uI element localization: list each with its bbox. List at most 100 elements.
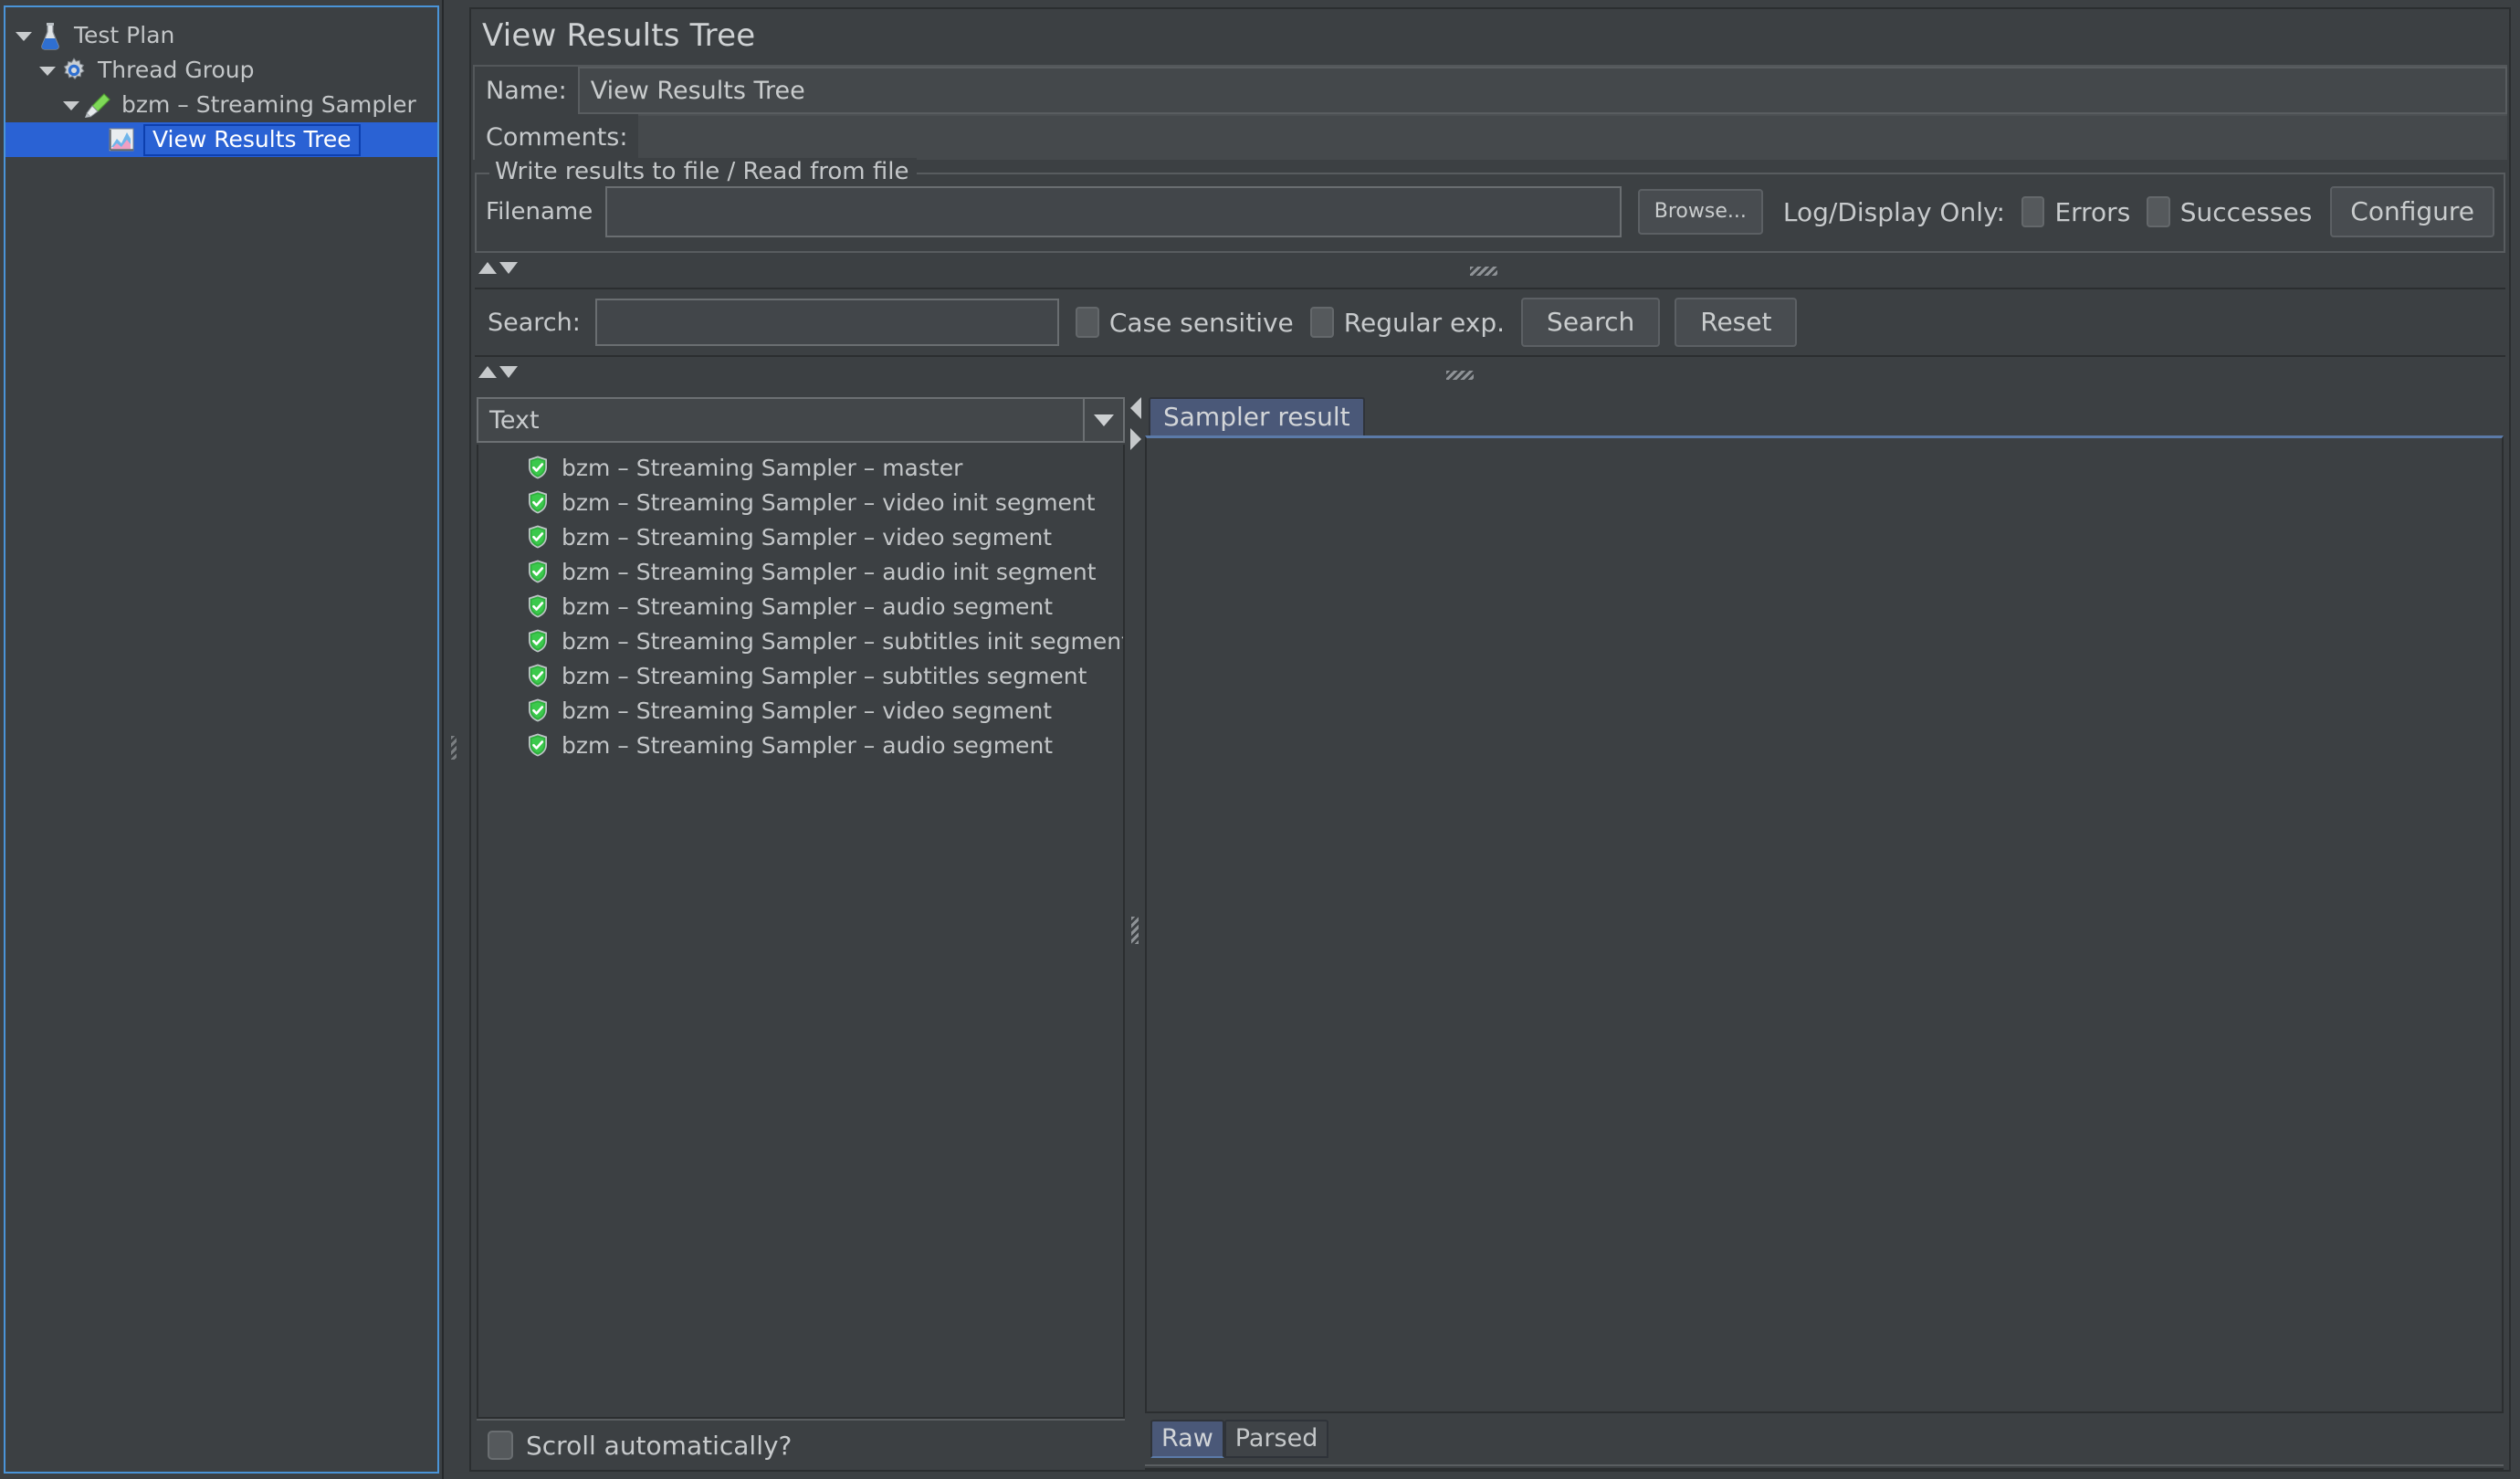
test-plan-tree-pane: Test Plan Thread Group bzm – Streaming Sam… bbox=[0, 0, 442, 1479]
success-shield-icon bbox=[526, 663, 550, 688]
result-row[interactable]: bzm – Streaming Sampler – audio segment bbox=[478, 589, 1123, 624]
splitter-grip[interactable] bbox=[1470, 267, 1497, 276]
results-vertical-splitter[interactable] bbox=[1127, 390, 1143, 1470]
result-row-label: bzm – Streaming Sampler – video segment bbox=[562, 698, 1052, 724]
success-shield-icon bbox=[526, 593, 550, 619]
splitter-arrows[interactable] bbox=[478, 262, 518, 274]
search-label: Search: bbox=[488, 309, 581, 337]
result-row-label: bzm – Streaming Sampler – video init seg… bbox=[562, 489, 1096, 516]
case-sensitive-checkbox[interactable] bbox=[1076, 307, 1099, 338]
result-row-label: bzm – Streaming Sampler – subtitles init… bbox=[562, 628, 1125, 655]
main-panel: View Results Tree Name: View Results Tre… bbox=[462, 0, 2520, 1479]
collapse-left-icon[interactable] bbox=[1130, 397, 1141, 419]
view-results-tree-panel: View Results Tree Name: View Results Tre… bbox=[469, 7, 2511, 1472]
result-row-label: bzm – Streaming Sampler – subtitles segm… bbox=[562, 663, 1087, 689]
element-meta-box: Name: View Results Tree Comments: bbox=[473, 65, 2507, 160]
reset-button[interactable]: Reset bbox=[1675, 298, 1797, 347]
top-horizontal-splitter[interactable] bbox=[475, 257, 2505, 286]
collapse-right-icon[interactable] bbox=[1130, 428, 1141, 450]
success-shield-icon bbox=[526, 489, 550, 515]
test-plan-tree[interactable]: Test Plan Thread Group bzm – Streaming Sam… bbox=[4, 5, 439, 1474]
search-splitter-grip[interactable] bbox=[1446, 371, 1474, 380]
renderer-select-value: Text bbox=[478, 406, 540, 435]
results-left-column: Text bzm – Streaming Sampler – masterbzm… bbox=[475, 390, 1127, 1470]
jmeter-window: Test Plan Thread Group bzm – Streaming Sam… bbox=[0, 0, 2520, 1479]
search-splitter-arrows[interactable] bbox=[478, 366, 518, 378]
scroll-automatically-label: Scroll automatically? bbox=[526, 1431, 792, 1461]
result-row[interactable]: bzm – Streaming Sampler – video segment bbox=[478, 693, 1123, 728]
result-row[interactable]: bzm – Streaming Sampler – video segment bbox=[478, 519, 1123, 554]
errors-checkbox[interactable] bbox=[2021, 196, 2044, 227]
case-sensitive-label: Case sensitive bbox=[1109, 308, 1294, 338]
tree-item-label: Thread Group bbox=[98, 57, 254, 85]
detail-tab-panel[interactable] bbox=[1145, 435, 2504, 1413]
page-title: View Results Tree bbox=[471, 9, 2509, 65]
tree-item-view-results-tree[interactable]: View Results Tree bbox=[5, 122, 437, 157]
pipette-icon bbox=[82, 90, 113, 120]
collapse-up-icon[interactable] bbox=[478, 262, 497, 274]
write-results-group: Write results to file / Read from file F… bbox=[475, 173, 2505, 253]
tree-item-label: Test Plan bbox=[74, 22, 174, 50]
results-right-column: Sampler result RawParsed bbox=[1143, 390, 2505, 1470]
result-row[interactable]: bzm – Streaming Sampler – audio segment bbox=[478, 728, 1123, 762]
collapse-up-icon[interactable] bbox=[478, 366, 497, 378]
main-vertical-splitter[interactable] bbox=[442, 0, 462, 1479]
twisty-expanded-icon[interactable] bbox=[13, 26, 33, 46]
twisty-expanded-icon[interactable] bbox=[60, 95, 80, 115]
browse-button[interactable]: Browse... bbox=[1638, 189, 1763, 235]
name-input[interactable]: View Results Tree bbox=[578, 67, 2507, 114]
success-shield-icon bbox=[526, 524, 550, 550]
tree-item-thread-group[interactable]: Thread Group bbox=[5, 53, 437, 88]
result-row[interactable]: bzm – Streaming Sampler – master bbox=[478, 450, 1123, 485]
result-row[interactable]: bzm – Streaming Sampler – subtitles init… bbox=[478, 624, 1123, 658]
success-shield-icon bbox=[526, 732, 550, 758]
collapse-down-icon[interactable] bbox=[499, 366, 518, 378]
renderer-select[interactable]: Text bbox=[477, 397, 1125, 443]
chevron-down-icon[interactable] bbox=[1083, 399, 1123, 441]
results-splitter-grip[interactable] bbox=[1131, 917, 1139, 944]
comments-input[interactable] bbox=[638, 114, 2507, 160]
comments-label: Comments: bbox=[475, 114, 638, 160]
result-row-label: bzm – Streaming Sampler – video segment bbox=[562, 524, 1052, 551]
success-shield-icon bbox=[526, 559, 550, 584]
errors-label: Errors bbox=[2054, 197, 2130, 227]
configure-button[interactable]: Configure bbox=[2330, 186, 2494, 237]
search-button[interactable]: Search bbox=[1521, 298, 1660, 347]
tree-item-bzm-streaming-sampler[interactable]: bzm – Streaming Sampler bbox=[5, 88, 437, 122]
filename-input[interactable] bbox=[605, 186, 1622, 237]
name-label: Name: bbox=[475, 67, 578, 114]
regular-exp-checkbox[interactable] bbox=[1310, 307, 1334, 338]
result-row[interactable]: bzm – Streaming Sampler – subtitles segm… bbox=[478, 658, 1123, 693]
detail-tabstrip: Sampler result bbox=[1143, 393, 2505, 435]
results-content: Text bzm – Streaming Sampler – masterbzm… bbox=[475, 390, 2505, 1470]
tree-item-label: bzm – Streaming Sampler bbox=[121, 91, 416, 120]
search-horizontal-splitter[interactable] bbox=[475, 361, 2505, 390]
results-chart-icon bbox=[106, 125, 137, 154]
filename-label: Filename bbox=[486, 198, 605, 226]
regular-exp-label: Regular exp. bbox=[1344, 308, 1505, 338]
scroll-automatically-checkbox[interactable] bbox=[488, 1431, 513, 1460]
result-row-label: bzm – Streaming Sampler – audio segment bbox=[562, 593, 1053, 620]
result-row-label: bzm – Streaming Sampler – audio init seg… bbox=[562, 559, 1097, 585]
twisty-expanded-icon[interactable] bbox=[37, 60, 57, 80]
result-row[interactable]: bzm – Streaming Sampler – video init seg… bbox=[478, 485, 1123, 519]
successes-checkbox[interactable] bbox=[2147, 196, 2169, 227]
filename-row: Filename Browse... Log/Display Only: Err… bbox=[486, 185, 2494, 238]
collapse-down-icon[interactable] bbox=[499, 262, 518, 274]
successes-label: Successes bbox=[2180, 197, 2313, 227]
result-row-label: bzm – Streaming Sampler – master bbox=[562, 455, 962, 481]
view-tab-parsed[interactable]: Parsed bbox=[1224, 1420, 1329, 1459]
results-list[interactable]: bzm – Streaming Sampler – master bzm – St… bbox=[477, 445, 1125, 1419]
search-input[interactable] bbox=[595, 299, 1059, 346]
success-shield-icon bbox=[526, 628, 550, 654]
search-bar: Search: Case sensitive Regular exp. Sear… bbox=[475, 288, 2505, 357]
flask-icon bbox=[35, 21, 66, 50]
tree-item-test-plan[interactable]: Test Plan bbox=[5, 18, 437, 53]
comments-row: Comments: bbox=[475, 114, 2507, 160]
view-tab-raw[interactable]: Raw bbox=[1150, 1420, 1224, 1459]
name-row: Name: View Results Tree bbox=[475, 67, 2507, 114]
result-row[interactable]: bzm – Streaming Sampler – audio init seg… bbox=[478, 554, 1123, 589]
success-shield-icon bbox=[526, 698, 550, 723]
tab-sampler-result[interactable]: Sampler result bbox=[1149, 397, 1365, 435]
view-tabstrip: RawParsed bbox=[1145, 1413, 2504, 1464]
